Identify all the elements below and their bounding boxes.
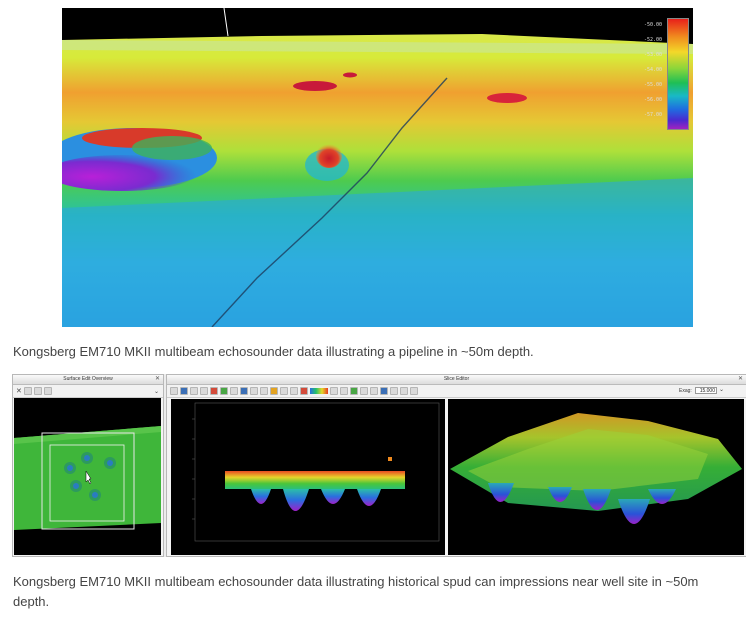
exag-label: Exag:: [679, 388, 692, 394]
tool-button[interactable]: [340, 387, 348, 395]
tool-button[interactable]: [390, 387, 398, 395]
bottom-caption: Kongsberg EM710 MKII multibeam echosound…: [13, 574, 699, 609]
tool-button[interactable]: [370, 387, 378, 395]
depth-color-bar: [667, 18, 689, 130]
close-icon[interactable]: ✕: [738, 375, 743, 384]
point-cloud-3d-view[interactable]: [448, 399, 744, 555]
color-scale-button[interactable]: [310, 388, 328, 394]
tool-button[interactable]: [200, 387, 208, 395]
legend-label: -55.00: [643, 82, 662, 88]
legend-label: -54.00: [643, 67, 662, 73]
pipeline-bathymetry-image: -50.00 -52.00 -53.00 -54.00 -55.00 -56.0…: [62, 8, 693, 327]
legend-label: -56.00: [643, 97, 662, 103]
overview-toolbar: ✕ ⌄: [13, 385, 163, 398]
tool-button[interactable]: [33, 387, 42, 395]
slice-profile-view[interactable]: [171, 399, 445, 555]
tool-button[interactable]: [220, 387, 228, 395]
overview-viewport[interactable]: [14, 398, 161, 555]
tool-button[interactable]: [410, 387, 418, 395]
slice-editor-toolbar: Exag: 15.000 ⌄: [167, 385, 746, 398]
tool-button[interactable]: [43, 387, 52, 395]
tool-button[interactable]: [240, 387, 248, 395]
tool-button[interactable]: [190, 387, 198, 395]
bathymetry-3d-render: [62, 8, 693, 327]
surface-edit-overview-window: Surface Edit Overview ✕ ✕ ⌄: [12, 374, 164, 557]
cross-tool-icon[interactable]: ✕: [16, 387, 22, 395]
tool-button[interactable]: [280, 387, 288, 395]
chevron-down-icon[interactable]: ⌄: [154, 388, 159, 395]
tool-button[interactable]: [330, 387, 338, 395]
tool-button[interactable]: [290, 387, 298, 395]
slice-editor-window: Slice Editor ✕ Exag: 15.000 ⌄: [166, 374, 746, 557]
window-title: Surface Edit Overview ✕: [13, 375, 163, 385]
legend-label: -50.00: [643, 22, 662, 28]
tool-button[interactable]: [250, 387, 258, 395]
tool-button[interactable]: [260, 387, 268, 395]
point-cloud-render: [450, 413, 742, 524]
tool-button[interactable]: [180, 387, 188, 395]
tool-button[interactable]: [300, 387, 308, 395]
tool-button[interactable]: [210, 387, 218, 395]
tool-button[interactable]: [230, 387, 238, 395]
chevron-down-icon[interactable]: ⌄: [719, 386, 724, 393]
legend-label: -57.00: [643, 112, 662, 118]
legend-label: -53.00: [643, 52, 662, 58]
tool-button[interactable]: [360, 387, 368, 395]
tool-button[interactable]: [170, 387, 178, 395]
tool-button[interactable]: [270, 387, 278, 395]
overview-surface: [14, 426, 161, 530]
tool-button[interactable]: [350, 387, 358, 395]
software-screenshot: Surface Edit Overview ✕ ✕ ⌄ Slice Editor…: [12, 374, 746, 557]
close-icon[interactable]: ✕: [155, 375, 160, 384]
slice-profile-plot: [192, 402, 440, 542]
exag-input[interactable]: 15.000: [695, 387, 717, 394]
window-title: Slice Editor ✕: [167, 375, 746, 385]
top-caption: Kongsberg EM710 MKII multibeam echosound…: [13, 344, 534, 359]
tool-button[interactable]: [380, 387, 388, 395]
tool-button[interactable]: [23, 387, 32, 395]
depth-color-legend: -50.00 -52.00 -53.00 -54.00 -55.00 -56.0…: [640, 14, 690, 132]
window-title-text: Surface Edit Overview: [63, 376, 113, 382]
window-title-text: Slice Editor: [443, 376, 470, 382]
legend-label: -52.00: [643, 37, 662, 43]
tool-button[interactable]: [400, 387, 408, 395]
